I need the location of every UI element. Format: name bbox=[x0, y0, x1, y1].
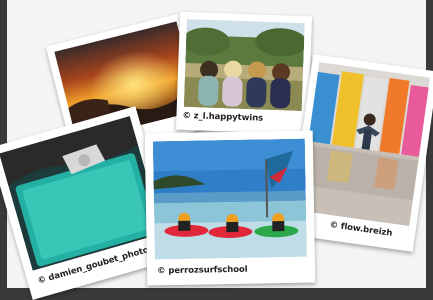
polaroid-surf-school[interactable]: © perrozsurfschool bbox=[144, 130, 316, 286]
polaroid-caption: © z_l.happytwins bbox=[182, 110, 264, 124]
polaroid-caption: © perrozsurfschool bbox=[157, 264, 248, 277]
beach-cabins-photo bbox=[298, 62, 431, 227]
surf-school-photo bbox=[152, 138, 307, 260]
polaroid-twins[interactable]: © z_l.happytwins bbox=[175, 11, 313, 135]
polaroid-caption: © flow.breizh bbox=[328, 220, 393, 239]
twins-photo bbox=[183, 18, 305, 112]
